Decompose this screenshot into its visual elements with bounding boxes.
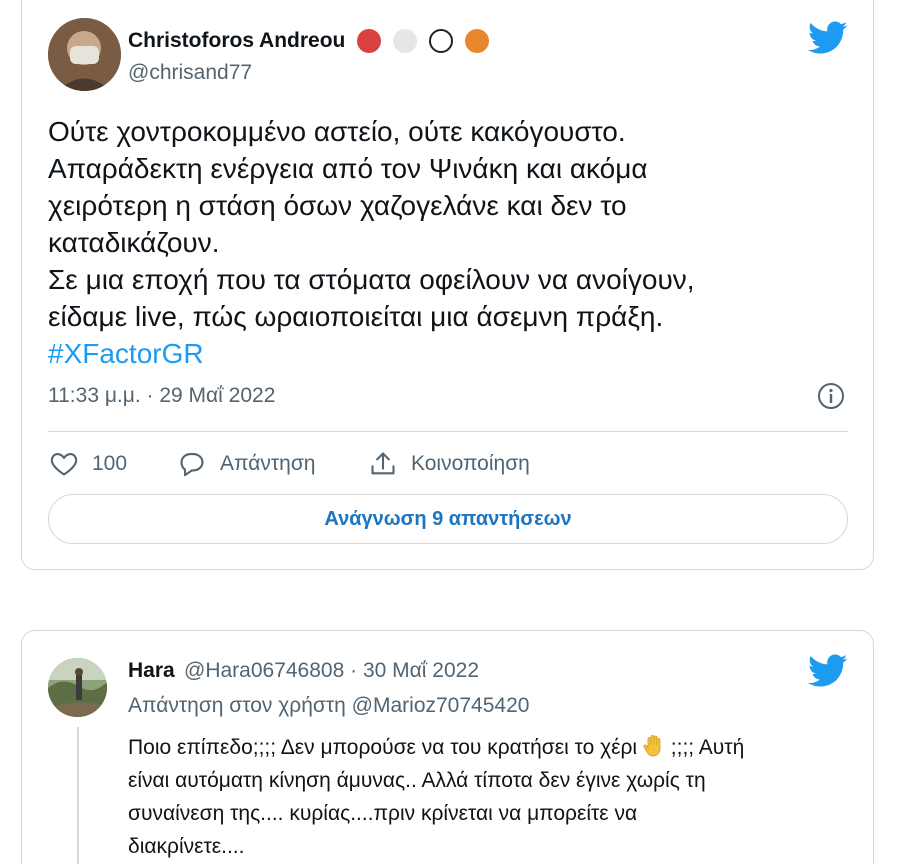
author-handle[interactable]: @chrisand77 xyxy=(128,61,252,85)
reply-card: Hara @Hara06746808 · 30 Μαΐ 2022 Απάντησ… xyxy=(21,630,874,864)
raised-hand-icon xyxy=(643,735,661,757)
reply-bubble-icon xyxy=(180,453,204,477)
tweet-text: Ούτε χοντροκομμένο αστείο, ούτε κακόγουσ… xyxy=(48,113,828,372)
reply-text: Ποιο επίπεδο;;;; Δεν μπορούσε να του κρα… xyxy=(128,731,848,863)
reply-text-line: είναι αυτόματη κίνηση άμυνας.. Αλλά τίπο… xyxy=(128,769,706,792)
replying-to[interactable]: Απάντηση στον χρήστη @Marioz70745420 xyxy=(128,694,529,718)
hashtag-link[interactable]: #XFactorGR xyxy=(48,335,828,372)
reply-text-segment: Ποιο επίπεδο;;;; Δεν μπορούσε να του κρα… xyxy=(128,736,643,759)
tweet-text-line: χειρότερη η στάση όσων χαζογελάνε και δε… xyxy=(48,190,627,221)
info-icon[interactable] xyxy=(816,381,846,411)
like-count: 100 xyxy=(92,452,128,475)
tweet-text-line: είδαμε live, πώς ωραιοποιείται μια άσεμν… xyxy=(48,301,664,332)
tweet-card: Christoforos Andreou @chrisand77 Ούτε χο… xyxy=(21,0,874,570)
twitter-bird-icon[interactable] xyxy=(808,654,848,688)
reply-author-avatar[interactable] xyxy=(48,658,107,717)
thread-line xyxy=(77,727,79,864)
author-name[interactable]: Christoforos Andreou xyxy=(128,29,489,54)
divider xyxy=(48,431,848,432)
reply-author-meta: @Hara06746808 · 30 Μαΐ 2022 xyxy=(184,659,479,683)
red-circle-icon xyxy=(357,29,382,54)
reply-author-name[interactable]: Hara xyxy=(128,659,175,683)
share-label: Κοινοποίηση xyxy=(411,452,530,475)
reply-label: Απάντηση xyxy=(220,452,316,475)
reply-button[interactable]: Απάντηση xyxy=(178,449,315,479)
reply-author-handle[interactable]: @Hara06746808 xyxy=(184,659,344,682)
share-icon xyxy=(371,452,395,475)
tweet-text-line: Σε μια εποχή που τα στόματα οφείλουν να … xyxy=(48,264,695,295)
basketball-icon xyxy=(464,29,489,54)
share-button[interactable]: Κοινοποίηση xyxy=(369,449,530,479)
author-name-text[interactable]: Christoforos Andreou xyxy=(128,29,345,52)
author-avatar[interactable] xyxy=(48,18,121,91)
tweet-text-line: Ούτε χοντροκομμένο αστείο, ούτε κακόγουσ… xyxy=(48,116,626,147)
twitter-bird-icon[interactable] xyxy=(808,21,848,55)
soccer-ball-icon xyxy=(428,29,453,54)
tweet-text-line: καταδικάζουν. xyxy=(48,227,220,258)
heart-icon xyxy=(50,453,78,476)
tweet-text-line: Απαράδεκτη ενέργεια από τον Ψινάκη και α… xyxy=(48,153,648,184)
reply-text-line: Ποιο επίπεδο;;;; Δεν μπορούσε να του κρα… xyxy=(128,731,848,764)
tweet-timestamp[interactable]: 11:33 μ.μ. · 29 Μαΐ 2022 xyxy=(48,384,275,408)
reply-text-line: διακρίνετε.... xyxy=(128,835,245,858)
white-circle-icon xyxy=(393,29,418,54)
read-replies-button[interactable]: Ανάγνωση 9 απαντήσεων xyxy=(48,494,848,544)
like-button[interactable]: 100 xyxy=(50,449,127,479)
separator: · xyxy=(350,659,358,682)
reply-text-segment: ;;;; Αυτή xyxy=(670,736,745,759)
reply-date[interactable]: 30 Μαΐ 2022 xyxy=(363,659,479,682)
reply-text-line: συναίνεση της.... κυρίας....πριν κρίνετα… xyxy=(128,802,638,825)
